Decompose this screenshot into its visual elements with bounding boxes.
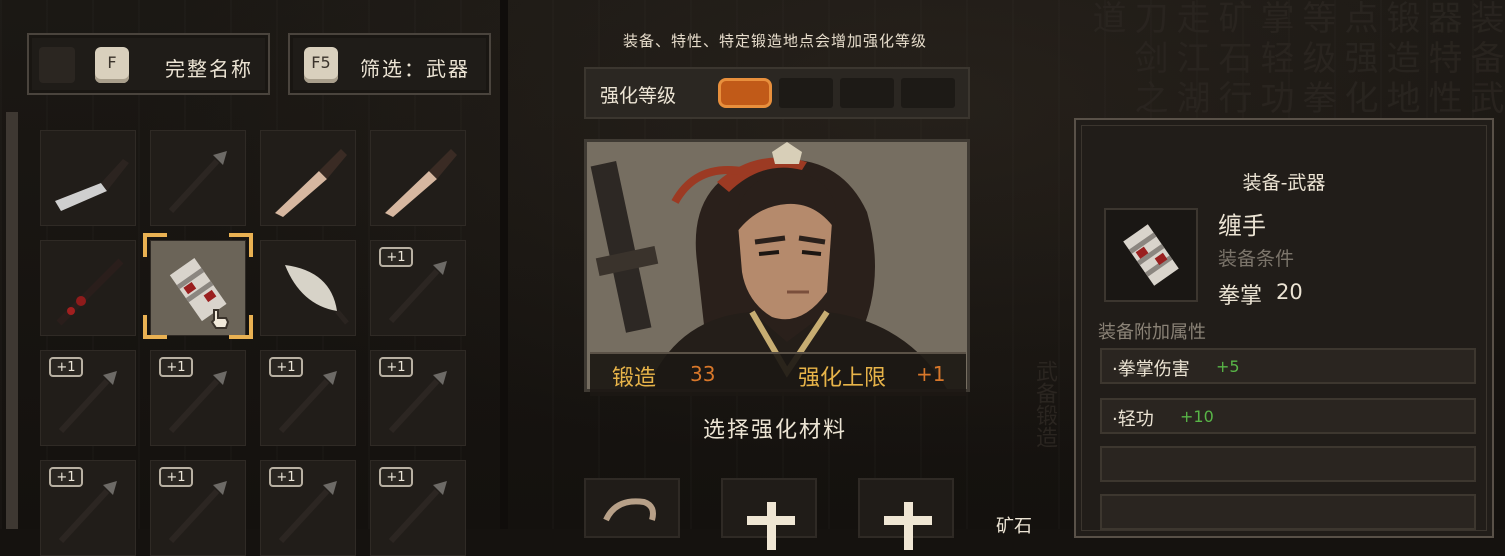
- inventory-slot[interactable]: +1: [150, 350, 246, 446]
- upgrade-badge: +1: [159, 357, 193, 377]
- bonus-attributes-header: 装备附加属性: [1098, 322, 1206, 343]
- forge-stats-bar: 锻造 33 强化上限 +1: [590, 352, 966, 396]
- spear-icon: [168, 151, 227, 214]
- item-detail-panel: 装备-武器 缠手 装备条件 拳掌 20 装备附加属性 ·拳掌伤害 +5 ·轻功 …: [1074, 118, 1494, 538]
- inventory-slot[interactable]: +1: [40, 350, 136, 446]
- upgrade-badge: +1: [159, 467, 193, 487]
- item-category: 装备-武器: [1242, 172, 1326, 194]
- fullname-toggle-button[interactable]: F 完整名称: [27, 33, 270, 95]
- forge-value: 33: [690, 362, 716, 386]
- panel-divider: [500, 0, 508, 529]
- attribute-row: ·轻功 +10: [1100, 398, 1476, 434]
- upgrade-badge: +1: [269, 467, 303, 487]
- ore-label: 矿石: [996, 516, 1032, 537]
- item-detail-icon: [1104, 208, 1198, 302]
- inventory-slot[interactable]: [260, 130, 356, 226]
- upgrade-badge: +1: [49, 357, 83, 377]
- enhance-cap-label: 强化上限: [798, 366, 887, 391]
- add-material-icon: [747, 502, 795, 550]
- inventory-slot[interactable]: +1: [40, 460, 136, 556]
- filter-label: 筛选：武器: [360, 57, 470, 81]
- material-slot-empty[interactable]: [721, 478, 817, 550]
- background-calligraphy-mid: 武备锻造: [1032, 360, 1057, 448]
- inventory-slot[interactable]: +1: [370, 350, 466, 446]
- attribute-row-empty: [1100, 494, 1476, 530]
- dagger-icon: [275, 149, 347, 217]
- enhance-level-label: 强化等级: [600, 85, 677, 107]
- attribute-row-empty: [1100, 446, 1476, 482]
- inventory-slot[interactable]: +1: [370, 240, 466, 336]
- fullname-checkbox[interactable]: [39, 47, 75, 83]
- fan-blade-icon: [285, 265, 349, 325]
- enhance-hint-text: 装备、特性、特定锻造地点会增加强化等级: [622, 32, 927, 50]
- inventory-slot[interactable]: +1: [370, 460, 466, 556]
- hand-wrap-icon: [1123, 224, 1179, 286]
- attribute-name: ·拳掌伤害: [1112, 359, 1190, 380]
- attribute-name: ·轻功: [1112, 409, 1154, 430]
- inventory-slot[interactable]: [260, 240, 356, 336]
- enhance-level-cell: [779, 78, 833, 108]
- inventory-slot[interactable]: [150, 130, 246, 226]
- forge-label: 锻造: [612, 366, 657, 391]
- upgrade-badge: +1: [49, 467, 83, 487]
- attribute-value: +5: [1216, 357, 1240, 376]
- inventory-slot[interactable]: [370, 130, 466, 226]
- inventory-slot[interactable]: [40, 240, 136, 336]
- enhance-level-cell: [901, 78, 955, 108]
- requirement-stat: 拳掌: [1218, 284, 1263, 309]
- attribute-value: +10: [1180, 407, 1214, 426]
- enhance-level-cell: [840, 78, 894, 108]
- cleaver-icon: [55, 159, 129, 211]
- enhance-level-cell: [718, 78, 772, 108]
- pointer-hand-icon: [210, 309, 230, 329]
- upgrade-badge: +1: [379, 467, 413, 487]
- filter-button[interactable]: F5 筛选：武器: [288, 33, 491, 95]
- enhance-level-bar: 强化等级: [584, 67, 970, 119]
- ore-icon: [603, 498, 656, 522]
- inventory-scrollbar[interactable]: [6, 112, 18, 529]
- key-hint-f5: F5: [304, 47, 338, 83]
- dagger-icon: [385, 149, 457, 217]
- fullname-label: 完整名称: [165, 57, 253, 81]
- inventory-slot[interactable]: +1: [150, 460, 246, 556]
- upgrade-badge: +1: [379, 357, 413, 377]
- attribute-row: ·拳掌伤害 +5: [1100, 348, 1476, 384]
- add-material-icon: [884, 502, 932, 550]
- flute-icon: [56, 258, 124, 326]
- inventory-slot[interactable]: +1: [260, 350, 356, 446]
- choose-material-title: 选择强化材料: [702, 418, 847, 443]
- material-slot-ore[interactable]: [584, 478, 680, 538]
- item-name: 缠手: [1218, 212, 1266, 240]
- upgrade-badge: +1: [269, 357, 303, 377]
- inventory-slot[interactable]: [40, 130, 136, 226]
- requirement-label: 装备条件: [1218, 248, 1295, 270]
- material-slot-empty[interactable]: [858, 478, 954, 550]
- key-hint-f: F: [95, 47, 129, 83]
- inventory-slot[interactable]: +1: [260, 460, 356, 556]
- enhance-cap-value: +1: [916, 362, 946, 386]
- upgrade-badge: +1: [379, 247, 413, 267]
- requirement-value: 20: [1276, 280, 1303, 304]
